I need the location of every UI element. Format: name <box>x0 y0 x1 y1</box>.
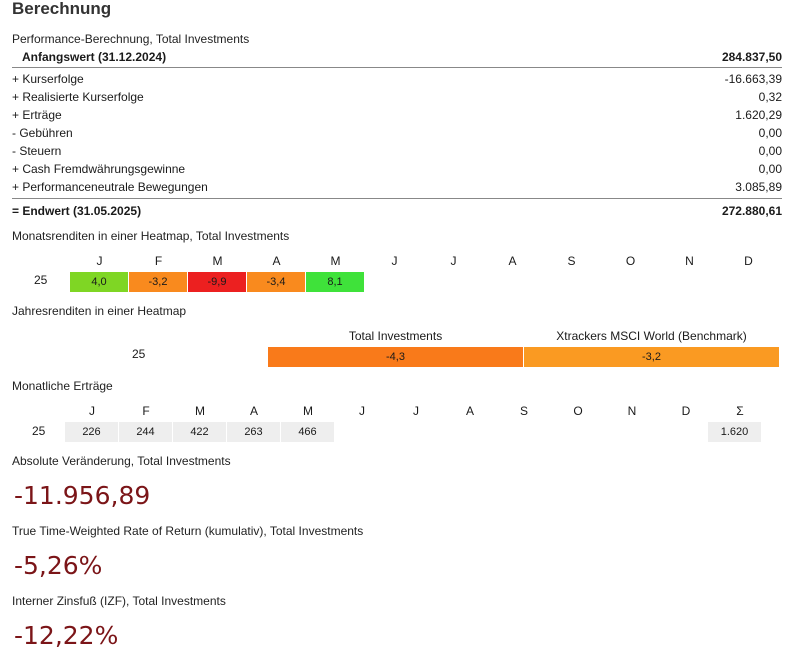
heatmap-month-header: A <box>508 254 517 268</box>
end-value: 272.880,61 <box>721 204 782 218</box>
page-title: Berechnung <box>12 0 112 18</box>
start-value-label: Anfangswert (31.12.2024) <box>22 50 167 64</box>
earnings-month-header: M <box>303 404 313 418</box>
earnings-month-header: A <box>465 404 474 418</box>
performance-row-value: 0,00 <box>758 162 782 176</box>
heatmap-cell: -3,2 <box>129 272 188 292</box>
performance-row: + Realisierte Kurserfolge 0,32 <box>12 88 782 106</box>
yearly-heatmap-label: Jahresrenditen in einer Heatmap <box>12 304 187 318</box>
performance-row: + Cash Fremdwährungsgewinne 0,00 <box>12 160 782 178</box>
earnings-month-header: J <box>89 404 95 418</box>
heatmap-month-header: D <box>744 254 753 268</box>
monthly-heatmap-label: Monatsrenditen in einer Heatmap, Total I… <box>12 229 290 243</box>
absolute-change-value: -11.956,89 <box>14 481 151 510</box>
earnings-month-header: J <box>413 404 419 418</box>
absolute-change-label: Absolute Veränderung, Total Investments <box>12 454 231 468</box>
performance-row-value: -16.663,39 <box>724 72 782 86</box>
monthly-earnings-label: Monatliche Erträge <box>12 379 113 393</box>
divider <box>12 67 782 68</box>
heatmap-cell: -3,4 <box>247 272 306 292</box>
heatmap-month-header: A <box>272 254 281 268</box>
earnings-cell: 466 <box>281 422 334 442</box>
earnings-cell: 422 <box>173 422 226 442</box>
performance-row-label: + Realisierte Kurserfolge <box>12 90 144 104</box>
heatmap-month-header: M <box>212 254 223 268</box>
performance-row-label: + Cash Fremdwährungsgewinne <box>12 162 186 176</box>
performance-row: - Steuern 0,00 <box>12 142 782 160</box>
heatmap-cell: 4,0 <box>70 272 129 292</box>
earnings-year: 25 <box>32 424 46 438</box>
performance-row-value: 0,00 <box>758 144 782 158</box>
heatmap-month-header: S <box>567 254 576 268</box>
heatmap-month-header: F <box>154 254 163 268</box>
irr-value: -12,22% <box>14 621 119 650</box>
performance-row: - Gebühren 0,00 <box>12 124 782 142</box>
heatmap-month-header: N <box>685 254 694 268</box>
performance-row-label: - Steuern <box>12 144 62 158</box>
performance-row-label: + Kurserfolge <box>12 72 84 86</box>
earnings-month-header: M <box>195 404 205 418</box>
heatmap-month-header: J <box>96 254 103 268</box>
performance-row-value: 1.620,29 <box>735 108 782 122</box>
earnings-cell: 226 <box>65 422 118 442</box>
earnings-cell: 244 <box>119 422 172 442</box>
yearly-cell-total: -4,3 <box>268 347 523 367</box>
earnings-cell: 263 <box>227 422 280 442</box>
yearly-year: 25 <box>132 347 146 361</box>
start-value: 284.837,50 <box>721 50 782 64</box>
earnings-month-header: D <box>681 404 691 418</box>
yearly-col-total: Total Investments <box>348 329 443 343</box>
performance-label: Performance-Berechnung, Total Investment… <box>12 32 250 46</box>
earnings-total-cell: 1.620 <box>708 422 761 442</box>
performance-row: + Performanceneutrale Bewegungen 3.085,89 <box>12 178 782 196</box>
start-value-row: Anfangswert (31.12.2024) 284.837,50 <box>12 48 782 66</box>
yearly-col-benchmark: Xtrackers MSCI World (Benchmark) <box>556 329 747 343</box>
heatmap-cell: 8,1 <box>306 272 365 292</box>
performance-row: + Erträge 1.620,29 <box>12 106 782 124</box>
yearly-cell-benchmark: -3,2 <box>524 347 779 367</box>
performance-row-label: - Gebühren <box>12 126 73 140</box>
heatmap-year: 25 <box>34 273 48 287</box>
heatmap-cell: -9,9 <box>188 272 247 292</box>
performance-row-label: + Performanceneutrale Bewegungen <box>12 180 208 194</box>
heatmap-month-header: O <box>625 254 636 268</box>
end-value-row: = Endwert (31.05.2025) 272.880,61 <box>12 202 782 220</box>
performance-row-value: 0,32 <box>758 90 782 104</box>
earnings-month-header: O <box>573 404 583 418</box>
heatmap-month-header: M <box>330 254 341 268</box>
performance-row-label: + Erträge <box>12 108 62 122</box>
earnings-month-header: F <box>142 404 150 418</box>
earnings-month-header: S <box>519 404 528 418</box>
heatmap-month-header: J <box>391 254 398 268</box>
heatmap-month-header: J <box>450 254 457 268</box>
ttwror-label: True Time-Weighted Rate of Return (kumul… <box>12 524 364 538</box>
performance-row: + Kurserfolge -16.663,39 <box>12 70 782 88</box>
irr-label: Interner Zinsfuß (IZF), Total Investment… <box>12 594 226 608</box>
ttwror-value: -5,26% <box>14 551 103 580</box>
earnings-month-header: N <box>627 404 637 418</box>
earnings-month-header: A <box>249 404 258 418</box>
divider <box>12 198 782 199</box>
earnings-sum-header: Σ <box>736 404 744 418</box>
performance-row-value: 0,00 <box>758 126 782 140</box>
earnings-month-header: J <box>359 404 365 418</box>
end-value-label: = Endwert (31.05.2025) <box>12 204 142 218</box>
performance-row-value: 3.085,89 <box>735 180 782 194</box>
